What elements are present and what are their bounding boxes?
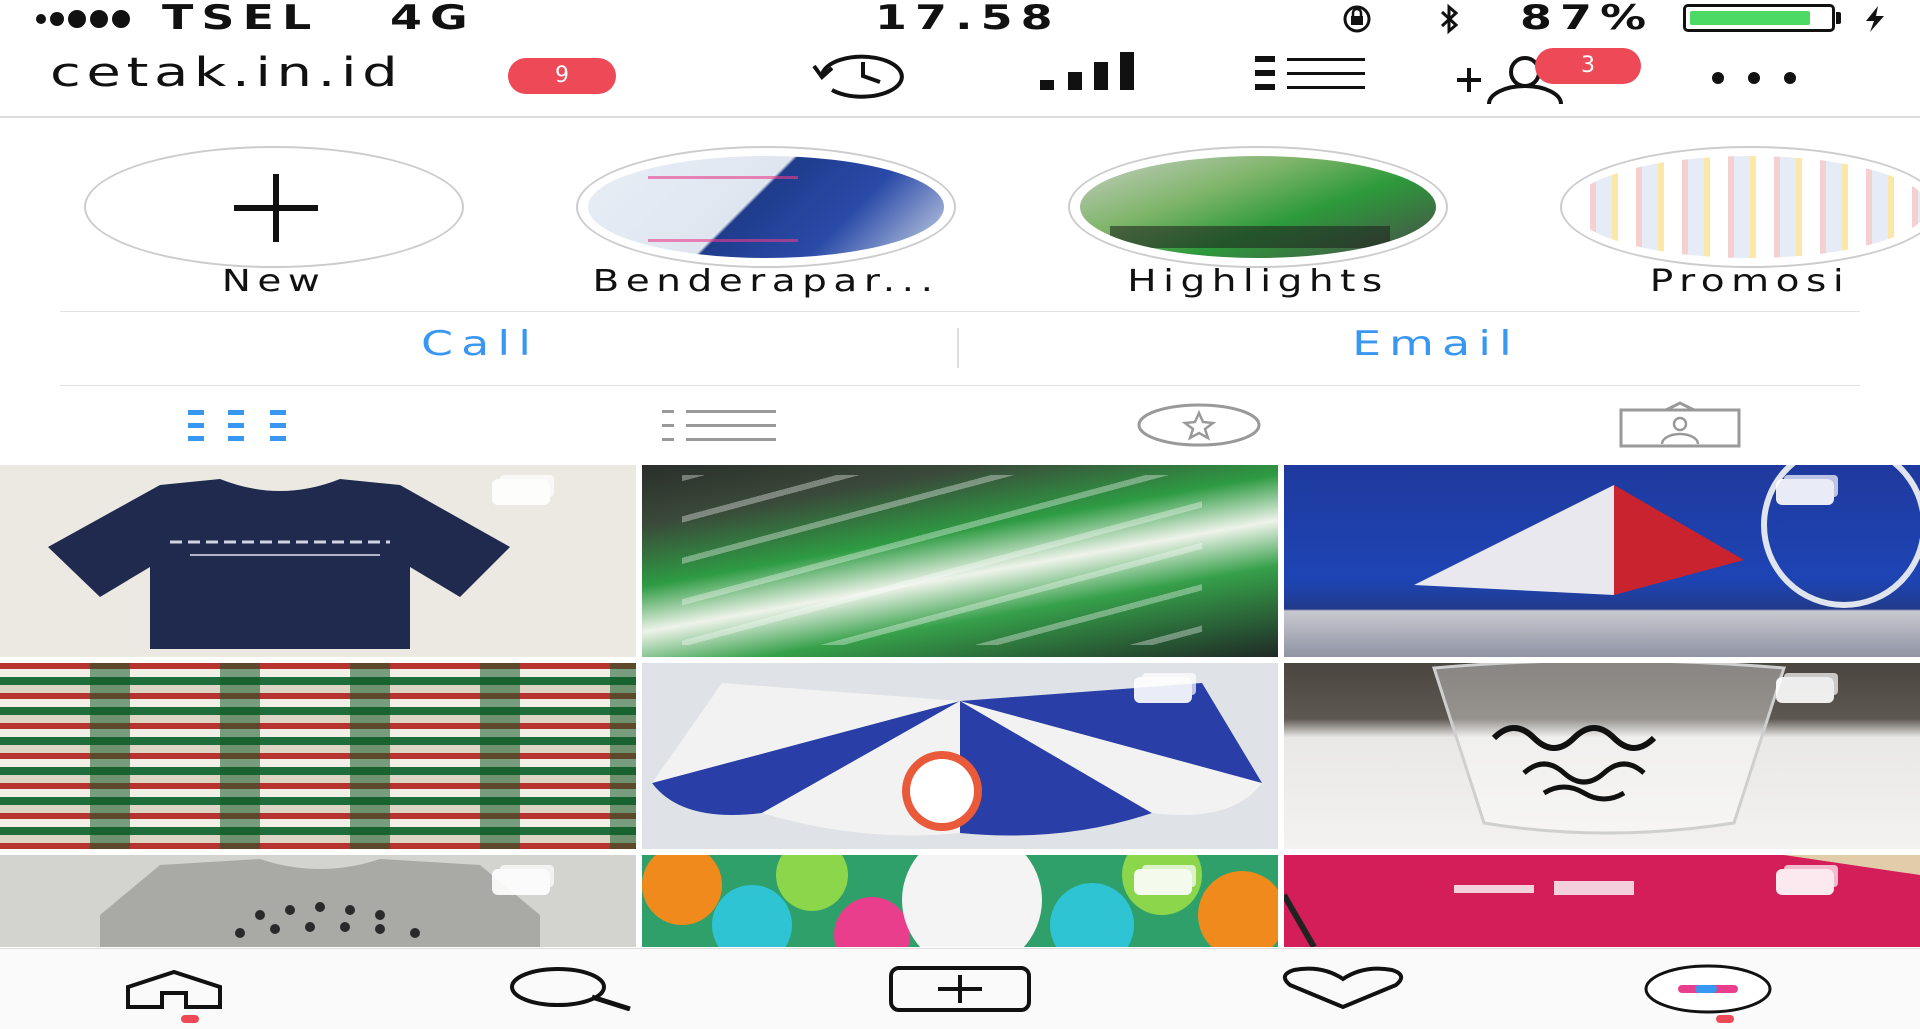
multi-photo-icon bbox=[492, 869, 550, 895]
battery-icon bbox=[1683, 4, 1835, 32]
home-active-dot bbox=[181, 1015, 199, 1023]
divider bbox=[60, 311, 1860, 312]
profile-tag-icon[interactable] bbox=[1618, 400, 1742, 450]
profile-header: cetak.in.id 9 3 bbox=[0, 36, 1920, 118]
tshirt-image bbox=[48, 479, 510, 649]
post-green-stacked-books[interactable] bbox=[0, 663, 636, 849]
bottom-navigation bbox=[0, 948, 1920, 1029]
post-colorful-balls[interactable] bbox=[642, 855, 1278, 947]
multi-photo-icon bbox=[1776, 677, 1834, 703]
insights-bar-icon[interactable] bbox=[1038, 50, 1138, 100]
post-navy-tshirt[interactable] bbox=[0, 465, 636, 657]
home-icon[interactable] bbox=[124, 969, 224, 1009]
highlight-benderapartai[interactable] bbox=[576, 146, 956, 268]
call-button[interactable]: Call bbox=[210, 324, 750, 364]
account-notification-badge: 9 bbox=[508, 58, 616, 94]
post-grey-tshirt[interactable] bbox=[0, 855, 636, 947]
search-icon[interactable] bbox=[506, 965, 636, 1011]
status-bar: TSEL 4G 17.58 87% bbox=[0, 0, 1920, 38]
highlight-highlights[interactable] bbox=[1068, 146, 1448, 268]
multi-photo-icon bbox=[1776, 869, 1834, 895]
add-post-icon[interactable] bbox=[888, 965, 1032, 1013]
profile-avatar-icon[interactable] bbox=[1643, 963, 1773, 1015]
multi-photo-icon bbox=[1134, 677, 1192, 703]
highlight-thumbnail bbox=[588, 156, 944, 258]
multi-photo-icon bbox=[492, 479, 550, 505]
charging-bolt-icon bbox=[1866, 6, 1884, 32]
account-username[interactable]: cetak.in.id bbox=[50, 50, 403, 96]
highlight-label: Promosi bbox=[1649, 264, 1851, 299]
follow-request-badge: 3 bbox=[1535, 48, 1641, 84]
post-demokrat-banner[interactable] bbox=[1284, 465, 1920, 657]
carrier-name: TSEL bbox=[162, 0, 320, 38]
stacked-books-image bbox=[0, 663, 636, 849]
post-umbrella[interactable] bbox=[642, 663, 1278, 849]
divider bbox=[60, 385, 1860, 386]
tagged-star-icon[interactable] bbox=[1136, 400, 1262, 450]
clock-time: 17.58 bbox=[875, 0, 1061, 38]
orientation-lock-icon bbox=[1343, 5, 1371, 33]
more-dots-icon[interactable] bbox=[1706, 68, 1806, 88]
battery-percent: 87% bbox=[1520, 0, 1655, 38]
heart-icon[interactable] bbox=[1276, 965, 1410, 1011]
archive-clock-icon[interactable] bbox=[808, 50, 918, 100]
post-pink-notebook[interactable] bbox=[1284, 855, 1920, 947]
book-stack-image bbox=[682, 475, 1202, 645]
grid-view-icon[interactable] bbox=[186, 400, 290, 450]
bluetooth-icon bbox=[1440, 3, 1459, 35]
post-plastic-cup[interactable] bbox=[1284, 663, 1920, 849]
post-grid bbox=[0, 465, 1920, 947]
multi-photo-icon bbox=[1134, 869, 1192, 895]
action-separator bbox=[957, 328, 959, 368]
highlight-promosi[interactable] bbox=[1560, 146, 1920, 268]
profile-active-dot bbox=[1716, 1015, 1734, 1023]
highlight-thumbnail bbox=[1080, 156, 1436, 258]
plus-icon bbox=[234, 174, 318, 242]
email-button[interactable]: Email bbox=[1166, 324, 1706, 364]
highlight-new-button[interactable] bbox=[84, 146, 464, 268]
multi-photo-icon bbox=[1776, 479, 1834, 505]
network-type: 4G bbox=[390, 0, 476, 38]
post-green-books[interactable] bbox=[642, 465, 1278, 657]
list-view-icon[interactable] bbox=[660, 400, 780, 450]
saved-list-icon[interactable] bbox=[1253, 50, 1367, 100]
highlight-thumbnail bbox=[1572, 156, 1920, 258]
